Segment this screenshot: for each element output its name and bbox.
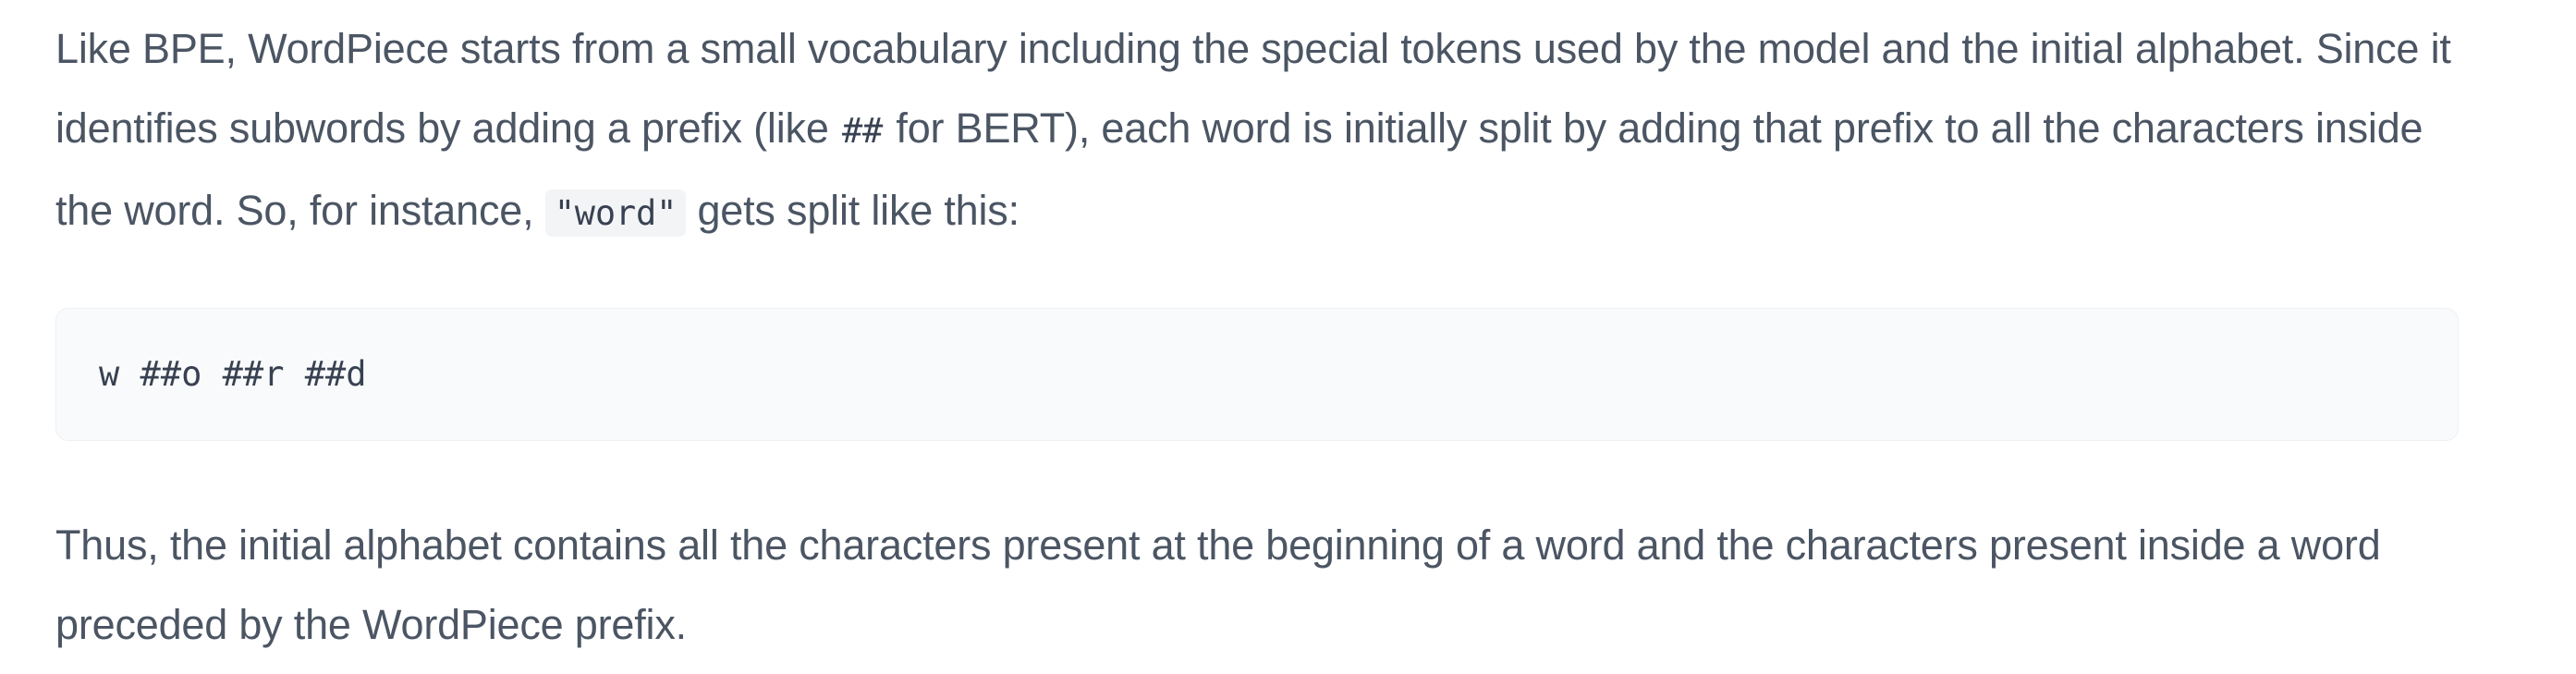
word-inline-code: "word"	[544, 190, 687, 237]
code-block: w ##o ##r ##d	[55, 308, 2459, 441]
intro-text-part3: gets split like this:	[686, 187, 1019, 234]
code-block-text: w ##o ##r ##d	[99, 354, 367, 394]
conclusion-paragraph: Thus, the initial alphabet contains all …	[55, 521, 2381, 648]
prefix-inline-code: ##	[841, 111, 884, 151]
intro-paragraph: Like BPE, WordPiece starts from a small …	[55, 9, 2477, 253]
